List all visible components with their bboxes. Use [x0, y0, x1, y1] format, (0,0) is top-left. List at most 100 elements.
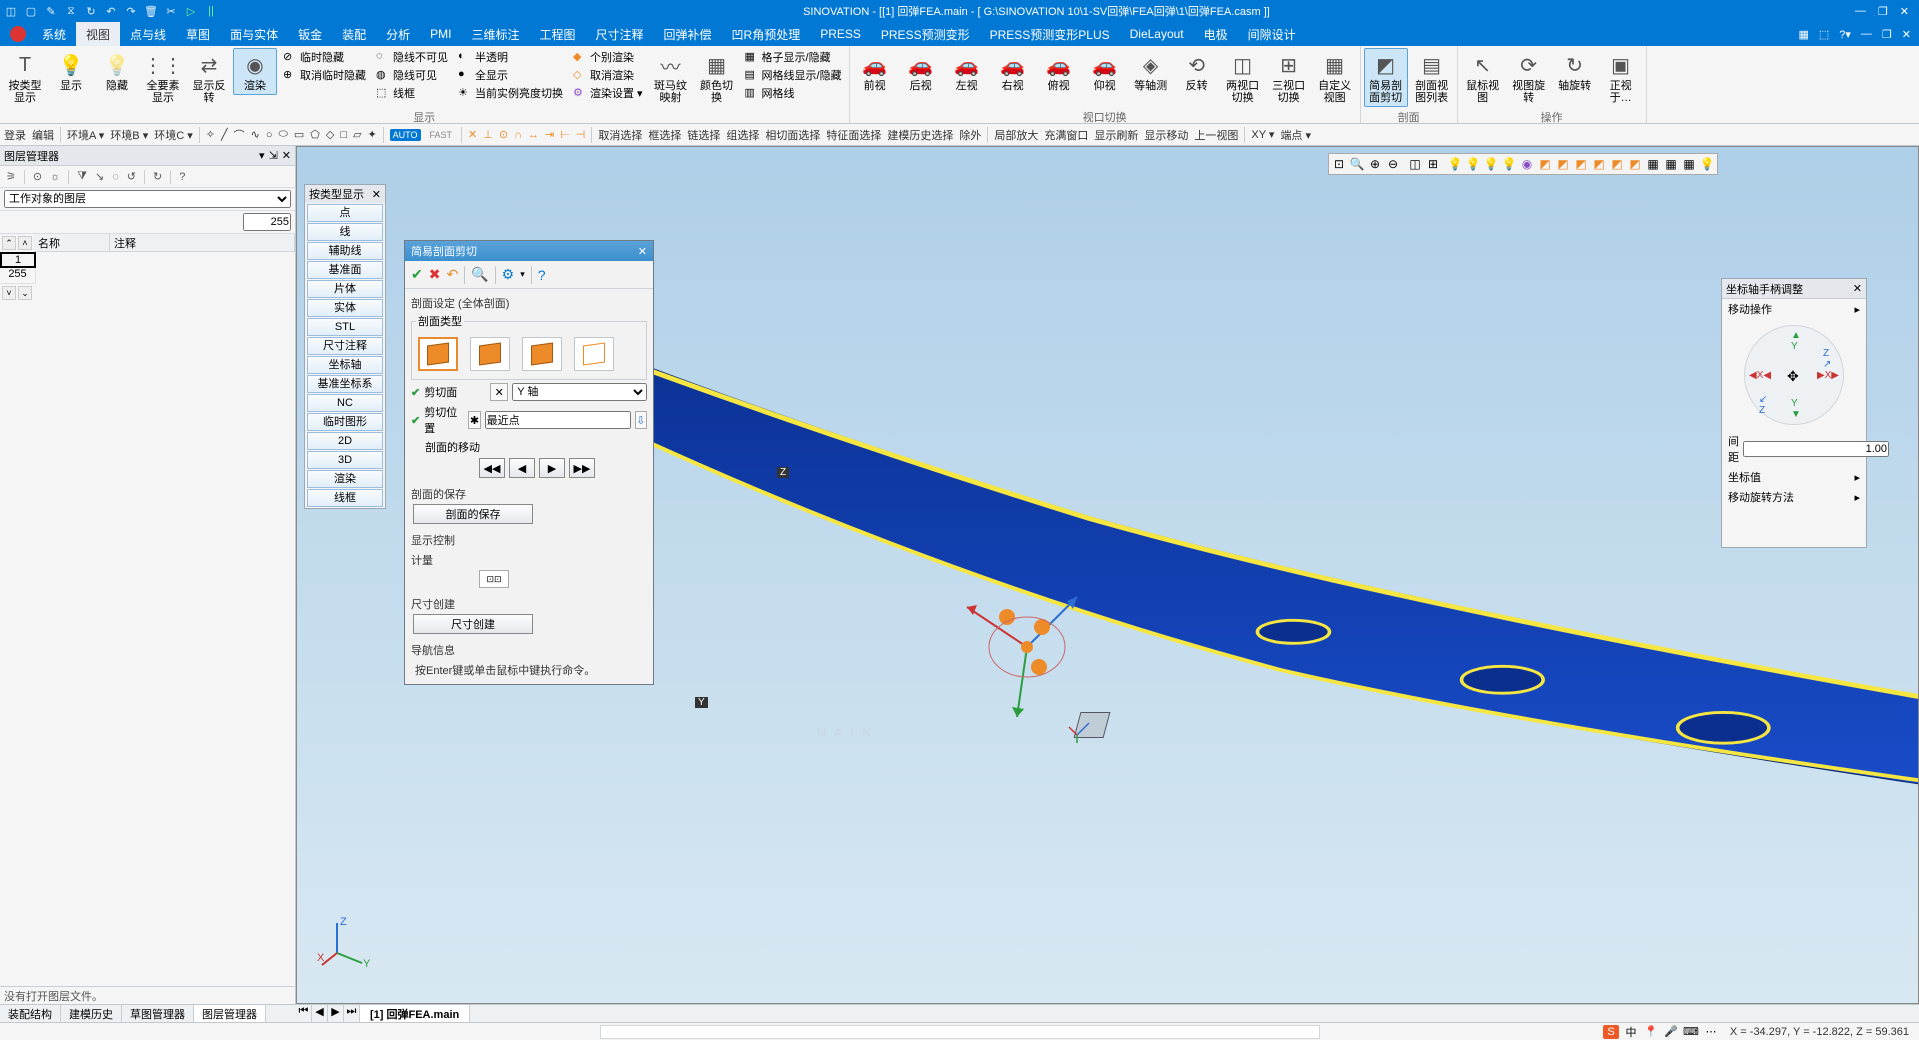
cube-type-1[interactable] [418, 337, 458, 371]
manipulation-triad[interactable] [957, 567, 1117, 727]
vt-render-icon[interactable]: ◉ [1518, 155, 1536, 173]
aux-point-icon[interactable]: ✧ [206, 128, 215, 141]
aux-cmd-9[interactable]: 充满窗口 [1044, 127, 1088, 143]
btn-front2[interactable]: ▣正视于… [1599, 48, 1643, 107]
btn-axis-rot[interactable]: ↻轴旋转 [1553, 48, 1597, 95]
tab-layer-mgr[interactable]: 图层管理器 [194, 1005, 266, 1022]
aux-snap2-icon[interactable]: ⊥ [483, 128, 493, 141]
minimize-icon[interactable]: — [1855, 5, 1866, 18]
aux-csys-icon[interactable]: ✦ [367, 128, 376, 141]
cat-csys[interactable]: 基准坐标系 [307, 375, 383, 393]
cat-3d[interactable]: 3D [307, 451, 383, 469]
vt-zoom-out-icon[interactable]: ⊖ [1384, 155, 1402, 173]
btn-next[interactable]: ▶ [539, 458, 565, 478]
layer-refresh-icon[interactable]: ↻ [153, 170, 162, 183]
btn-reverse[interactable]: ⇄显示反转 [187, 48, 231, 107]
menu-dielayout[interactable]: DieLayout [1120, 22, 1194, 46]
btn-two-vp[interactable]: ◫两视口切换 [1221, 48, 1265, 107]
dlg-search-icon[interactable]: 🔍 [471, 266, 488, 283]
aux-cmd-0[interactable]: 取消选择 [598, 127, 642, 143]
btn-section-list[interactable]: ▤剖面视图列表 [1410, 48, 1454, 107]
aux-edit[interactable]: 编辑 [32, 127, 54, 143]
btn-back[interactable]: 🚗后视 [899, 48, 943, 95]
qat-pause-icon[interactable]: || [204, 4, 218, 18]
aux-cmd-8[interactable]: 局部放大 [994, 127, 1038, 143]
app-icon[interactable] [4, 22, 32, 46]
arrow-up[interactable]: ˄ [18, 236, 32, 250]
qat-redo-icon[interactable]: ↷ [124, 4, 138, 18]
btn-mesh-line[interactable]: ▥网格线 [741, 84, 846, 102]
btn-hide[interactable]: 💡隐藏 [95, 48, 139, 95]
dialog-title-bar[interactable]: 简易剖面剪切✕ [405, 241, 653, 261]
qat-play-icon[interactable]: ▷ [184, 4, 198, 18]
layer-sun-icon[interactable]: ☼ [50, 171, 60, 183]
arrow-top[interactable]: ⌃ [2, 236, 16, 250]
cat-stl[interactable]: STL [307, 318, 383, 336]
chk-cut-pos[interactable]: ✔ [411, 414, 420, 427]
aux-wave-icon[interactable]: ∿ [251, 128, 260, 141]
cut-pos-input[interactable] [485, 411, 631, 429]
movement-compass[interactable]: ▲Y Z↗ ◀X◀ ▶X▶ ↙Z Y▼ ✥ [1744, 325, 1844, 425]
btn-fwd[interactable]: ▶▶ [569, 458, 595, 478]
aux-arc-icon[interactable]: ⌒ [234, 127, 245, 143]
menu-system[interactable]: 系统 [32, 22, 76, 46]
cat-solid[interactable]: 实体 [307, 299, 383, 317]
layer-search-icon[interactable]: ◌ [112, 171, 119, 183]
hp-move-rot[interactable]: 移动旋转方法▸ [1722, 487, 1866, 507]
btn-measure[interactable]: ⊡⊡ [479, 570, 509, 588]
btn-iso[interactable]: ◈等轴测 [1129, 48, 1173, 95]
layer-tree-icon[interactable]: ⚞ [6, 170, 16, 183]
btn-show[interactable]: 💡显示 [49, 48, 93, 95]
view-tab-main[interactable]: [1] 回弹FEA.main [360, 1005, 470, 1022]
cat-2d[interactable]: 2D [307, 432, 383, 450]
menu-pmi[interactable]: PMI [420, 22, 461, 46]
aux-fast[interactable]: FAST [427, 129, 456, 141]
aux-cmd-5[interactable]: 特征面选择 [826, 127, 881, 143]
menu-r-prep[interactable]: 凹R角预处理 [722, 22, 811, 46]
aux-snap6-icon[interactable]: ⇥ [545, 128, 554, 141]
btn-cancel-render[interactable]: ◇取消渲染 [569, 66, 647, 84]
vt-zoom-in-icon[interactable]: ⊕ [1366, 155, 1384, 173]
child-restore-icon[interactable]: ❐ [1880, 28, 1894, 41]
tab-sketch-mgr[interactable]: 草图管理器 [122, 1005, 194, 1022]
aux-cmd-endpoint[interactable]: 端点 ▾ [1280, 127, 1311, 143]
cube-type-3[interactable] [522, 337, 562, 371]
vt-vp1-icon[interactable]: ◫ [1406, 155, 1424, 173]
btn-mesh-show[interactable]: ▤网格线显示/隐藏 [741, 66, 846, 84]
compass-center-icon[interactable]: ✥ [1787, 368, 1799, 385]
tray-pin-icon[interactable]: 📍 [1643, 1025, 1659, 1039]
command-input[interactable] [600, 1025, 1320, 1039]
aux-cmd-6[interactable]: 建模历史选择 [887, 127, 953, 143]
handle-close-icon[interactable]: ✕ [1853, 282, 1862, 295]
btn-top[interactable]: 🚗俯视 [1037, 48, 1081, 95]
btn-mouse-view[interactable]: ↖鼠标视图 [1461, 48, 1505, 107]
arrow-down[interactable]: ˅ [2, 286, 16, 300]
btn-invert[interactable]: ⟲反转 [1175, 48, 1219, 95]
menu-analysis[interactable]: 分析 [376, 22, 420, 46]
btn-view-rot[interactable]: ⟳视图旋转 [1507, 48, 1551, 107]
menu-sketch[interactable]: 草图 [176, 22, 220, 46]
aux-cmd-1[interactable]: 框选择 [648, 127, 681, 143]
vt-cube3-icon[interactable]: ◩ [1572, 155, 1590, 173]
aux-env-a[interactable]: 环境A ▾ [67, 127, 104, 143]
vt-bulb3-icon[interactable]: 💡 [1482, 155, 1500, 173]
menu-press[interactable]: PRESS [810, 22, 871, 46]
aux-snap7-icon[interactable]: ⊢ [560, 128, 570, 141]
cat-nc[interactable]: NC [307, 394, 383, 412]
aux-cmd-11[interactable]: 显示移动 [1144, 127, 1188, 143]
layer-arrow-icon[interactable]: ↘ [95, 170, 104, 183]
aux-cmd-12[interactable]: 上一视图 [1194, 127, 1238, 143]
menu-3d-annot[interactable]: 三维标注 [461, 22, 529, 46]
btn-dim-create[interactable]: 尺寸创建 [413, 614, 533, 634]
child-min-icon[interactable]: — [1859, 28, 1874, 40]
tab-prev-icon[interactable]: ◀ [312, 1005, 328, 1022]
aux-snap3-icon[interactable]: ⊙ [499, 128, 508, 141]
aux-ellipse-icon[interactable]: ⬭ [278, 128, 287, 141]
qat-open-icon[interactable]: ▢ [24, 4, 38, 18]
aux-sq-icon[interactable]: □ [340, 129, 347, 141]
qat-undo-icon[interactable]: ↶ [104, 4, 118, 18]
qat-hourglass-icon[interactable]: ⧖ [64, 4, 78, 18]
btn-save-section[interactable]: 剖面的保存 [413, 504, 533, 524]
tab-history[interactable]: 建模历史 [61, 1005, 122, 1022]
aux-snap1-icon[interactable]: ✕ [468, 128, 477, 141]
